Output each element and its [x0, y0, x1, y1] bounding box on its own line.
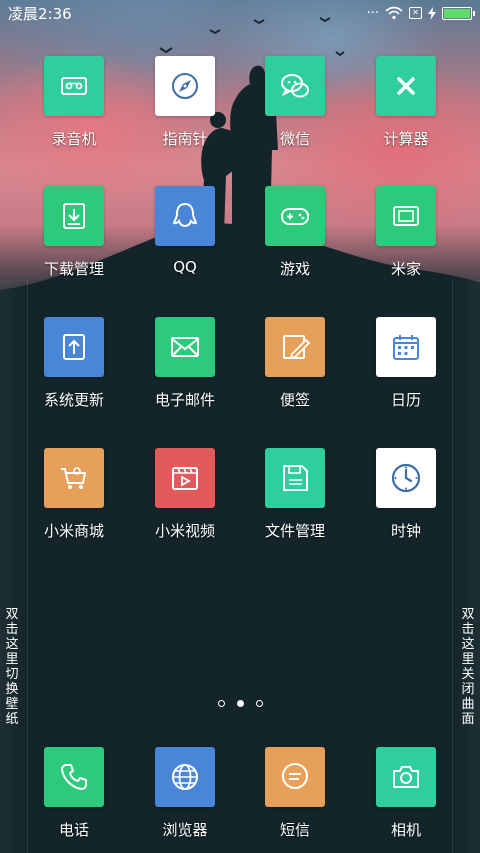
app-icon-tile[interactable]	[265, 448, 325, 508]
cassette-icon	[61, 77, 87, 95]
side-hint-close-curve[interactable]: 双击这里关闭曲面	[458, 607, 478, 727]
app-icon-tile[interactable]	[155, 317, 215, 377]
download-icon	[63, 203, 85, 229]
compass-icon	[172, 73, 198, 99]
note-pencil-icon	[283, 335, 311, 360]
envelope-icon	[171, 337, 199, 357]
dock-icon-label: 浏览器	[162, 821, 208, 839]
app-icon-11[interactable]: 日历	[351, 317, 461, 427]
app-icon-tile[interactable]	[376, 448, 436, 508]
dock-icon-0[interactable]: 电话	[19, 747, 129, 853]
app-icon-label: 录音机	[51, 130, 97, 148]
status-icons: ··· ✕	[366, 5, 475, 21]
app-icon-8[interactable]: 系统更新	[19, 317, 129, 427]
dock-icon-1[interactable]: 浏览器	[130, 747, 240, 853]
page-dot-3[interactable]	[255, 700, 263, 707]
app-icon-label: 日历	[390, 391, 421, 409]
app-icon-label: 系统更新	[43, 391, 104, 409]
page-dot-2[interactable]	[236, 700, 244, 707]
app-icon-2[interactable]: 微信	[240, 56, 350, 166]
app-icon-label: 时钟	[390, 522, 421, 540]
app-icon-label: 文件管理	[264, 522, 325, 540]
app-icon-label: 游戏	[279, 260, 310, 278]
dock-icon-tile[interactable]	[265, 747, 325, 807]
app-icon-label: 微信	[279, 130, 310, 148]
app-icon-tile[interactable]	[376, 317, 436, 377]
app-icon-tile[interactable]	[155, 56, 215, 116]
app-icon-tile[interactable]	[376, 56, 436, 116]
dock-icon-label: 短信	[279, 821, 310, 839]
app-icon-tile[interactable]	[265, 56, 325, 116]
message-icon	[282, 763, 308, 789]
app-icon-tile[interactable]	[44, 56, 104, 116]
app-icon-6[interactable]: 游戏	[240, 186, 350, 296]
app-icon-tile[interactable]	[376, 186, 436, 246]
page-dot-1[interactable]	[217, 700, 225, 707]
app-icon-10[interactable]: 便签	[240, 317, 350, 427]
wifi-icon	[385, 6, 403, 20]
app-icon-tile[interactable]	[155, 186, 215, 246]
app-icon-label: 计算器	[383, 130, 429, 148]
app-icon-tile[interactable]	[265, 186, 325, 246]
video-icon	[172, 467, 198, 490]
dock-icon-3[interactable]: 相机	[351, 747, 461, 853]
calendar-icon	[393, 335, 419, 360]
app-icon-tile[interactable]	[44, 186, 104, 246]
battery-icon	[442, 6, 475, 20]
side-hint-switch-wallpaper[interactable]: 双击这里切换壁纸	[2, 607, 22, 727]
qq-icon	[172, 202, 198, 228]
app-icon-tile[interactable]	[44, 317, 104, 377]
app-icon-label: 电子邮件	[154, 391, 215, 409]
upload-icon	[63, 334, 85, 360]
page-indicator[interactable]	[0, 700, 480, 707]
app-icon-3[interactable]: 计算器	[351, 56, 461, 166]
app-icon-14[interactable]: 文件管理	[240, 448, 350, 558]
app-icon-label: 小米视频	[154, 522, 215, 540]
dock-icon-label: 电话	[58, 821, 89, 839]
app-icon-1[interactable]: 指南针	[130, 56, 240, 166]
app-icon-7[interactable]: 米家	[351, 186, 461, 296]
app-icon-label: 指南针	[162, 130, 208, 148]
app-icon-label: 米家	[390, 260, 421, 278]
app-icon-label: QQ	[173, 258, 197, 276]
device-icon	[393, 206, 419, 226]
app-icon-15[interactable]: 时钟	[351, 448, 461, 558]
app-icon-0[interactable]: 录音机	[19, 56, 129, 166]
chat-bubbles-icon	[281, 74, 309, 98]
app-icon-12[interactable]: 小米商城	[19, 448, 129, 558]
status-time: 凌晨2:36	[8, 4, 72, 23]
dock-icon-tile[interactable]	[376, 747, 436, 807]
battery-fill	[444, 8, 470, 18]
charging-icon	[428, 6, 436, 20]
app-icon-label: 小米商城	[43, 522, 104, 540]
app-icon-tile[interactable]	[265, 317, 325, 377]
cart-icon	[61, 467, 87, 489]
sim-icon: ✕	[409, 7, 422, 19]
more-dots-icon: ···	[366, 5, 379, 21]
camera-icon	[393, 766, 419, 788]
dock-icon-2[interactable]: 短信	[240, 747, 350, 853]
app-icon-label: 下载管理	[43, 260, 104, 278]
floppy-icon	[283, 465, 308, 491]
app-icon-tile[interactable]	[155, 448, 215, 508]
status-bar: 凌晨2:36 ··· ✕	[0, 0, 480, 26]
app-icon-9[interactable]: 电子邮件	[130, 317, 240, 427]
dock-icon-label: 相机	[390, 821, 421, 839]
app-icon-4[interactable]: 下载管理	[19, 186, 129, 296]
app-icon-5[interactable]: QQ	[130, 186, 240, 296]
gamepad-icon	[281, 208, 309, 225]
clock-icon	[391, 463, 421, 493]
phone-icon	[61, 764, 87, 790]
dock-icon-tile[interactable]	[155, 747, 215, 807]
app-icon-13[interactable]: 小米视频	[130, 448, 240, 558]
dock-icon-tile[interactable]	[44, 747, 104, 807]
app-icon-tile[interactable]	[44, 448, 104, 508]
globe-icon	[172, 764, 198, 790]
calculator-x-icon	[397, 77, 415, 95]
app-icon-label: 便签	[279, 391, 310, 409]
